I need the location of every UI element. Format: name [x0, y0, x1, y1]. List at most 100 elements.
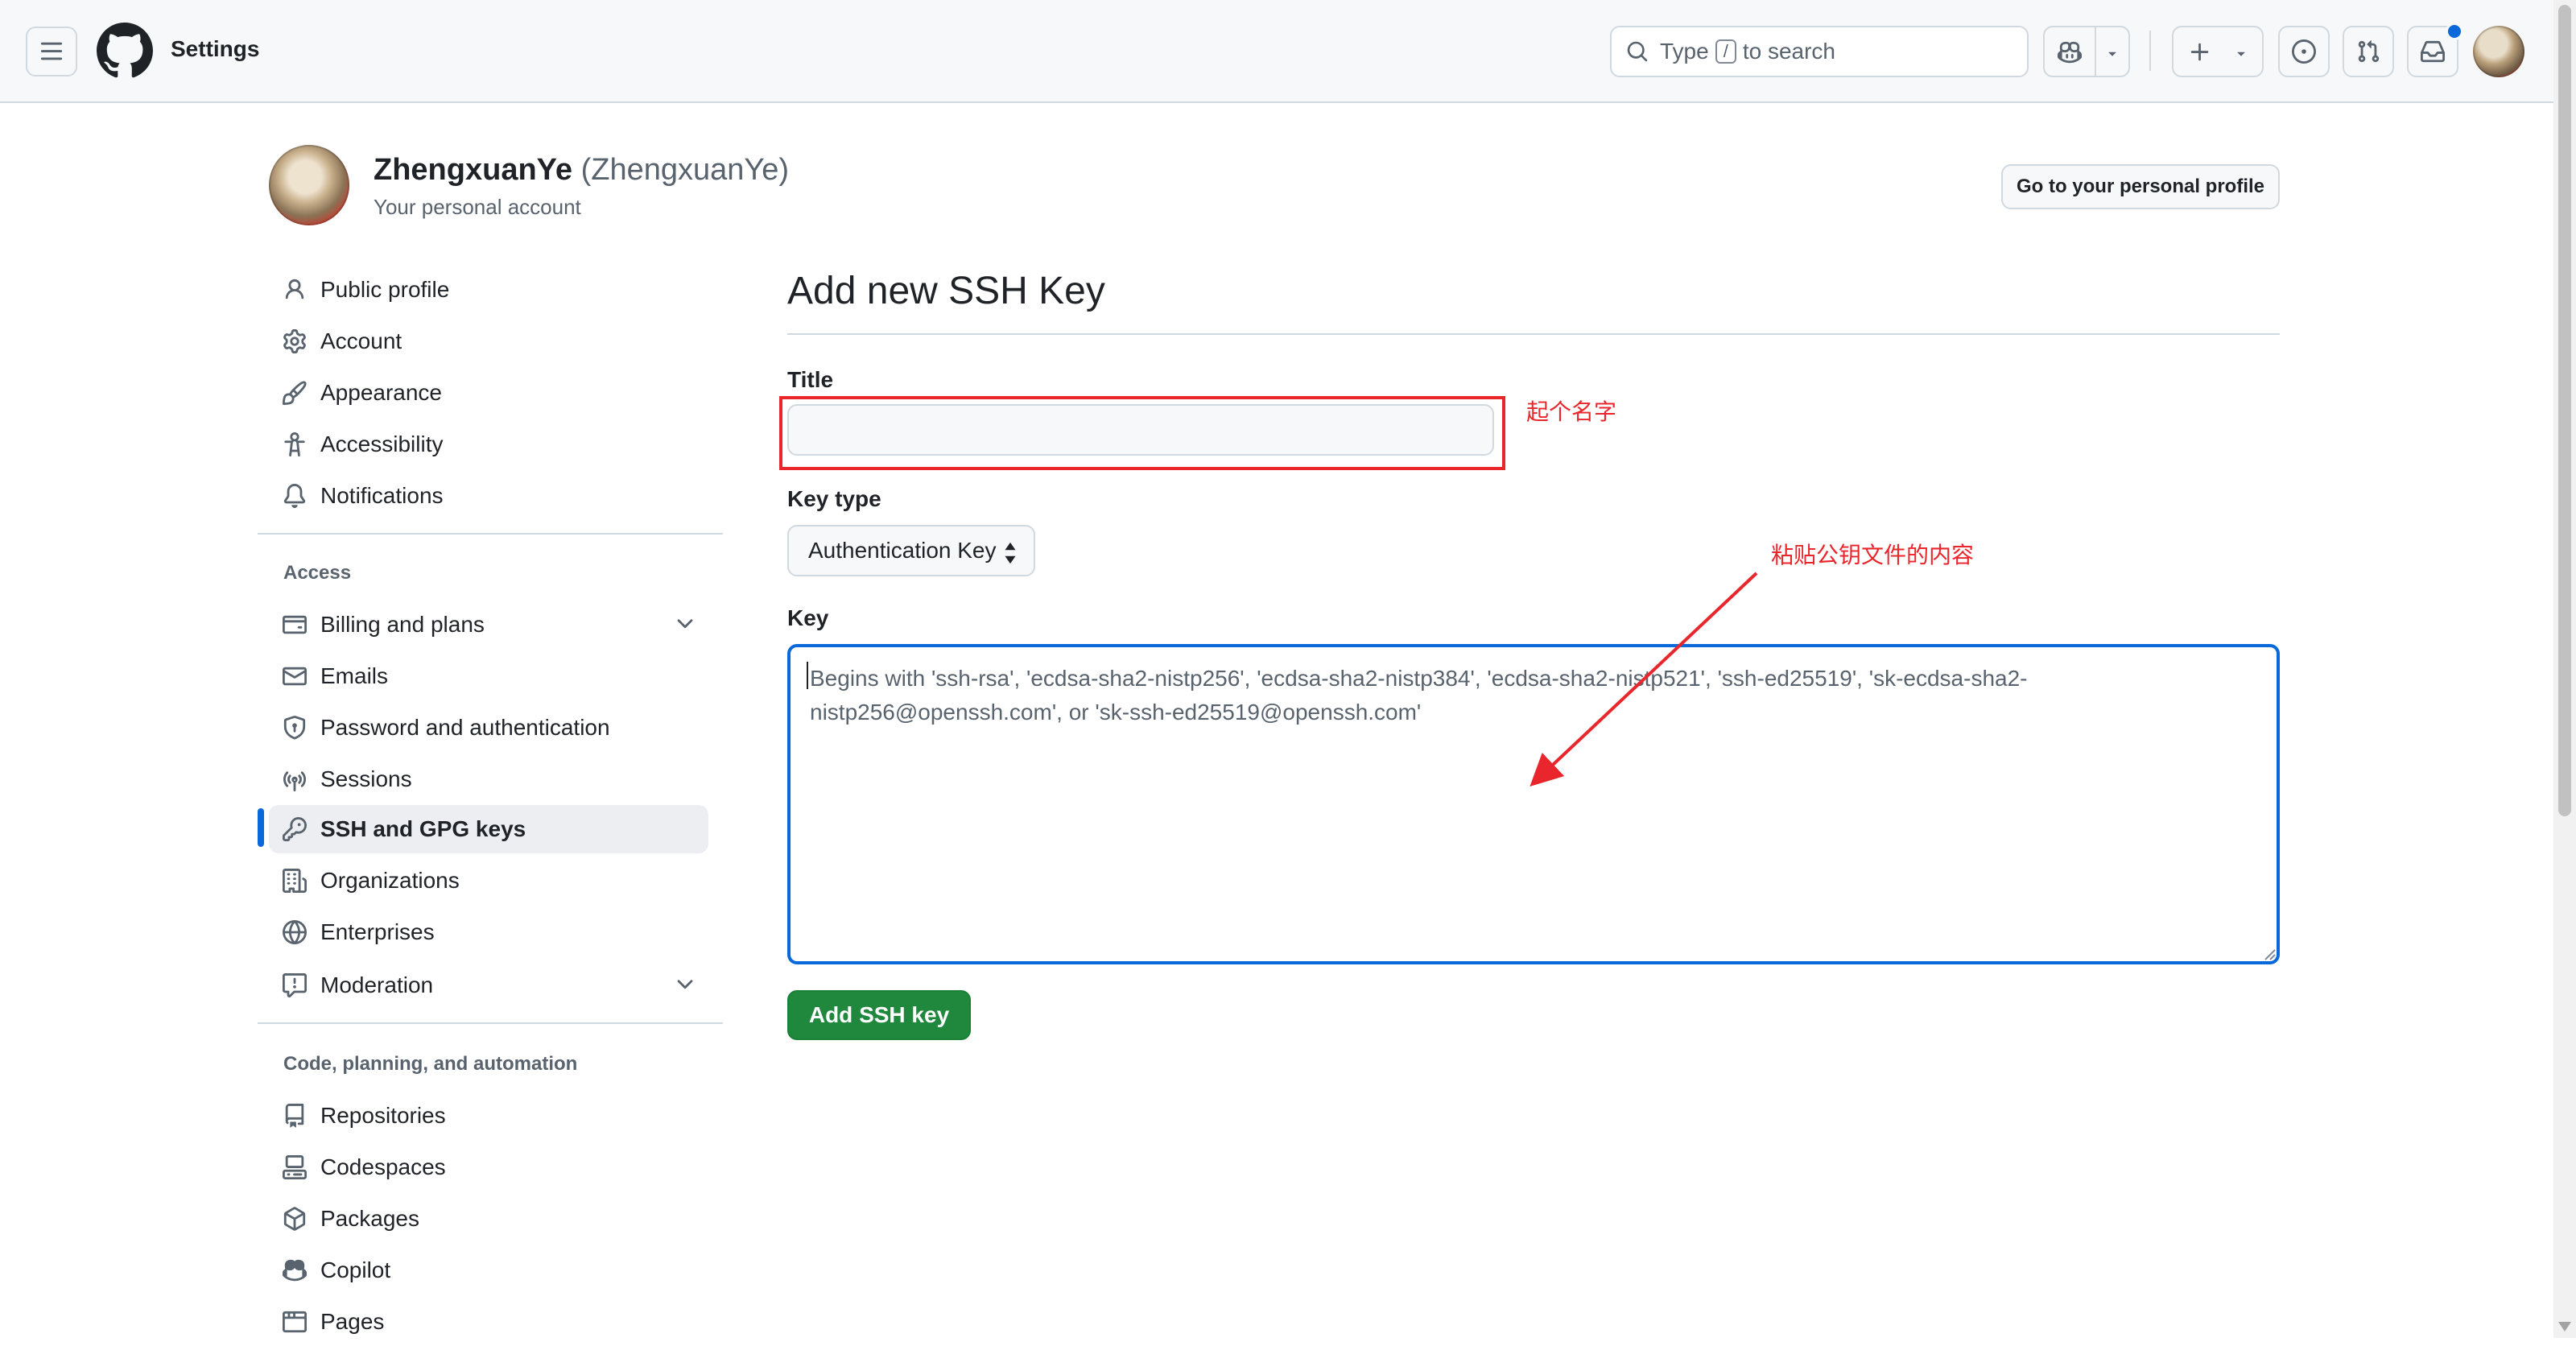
key-textarea[interactable]: Begins with 'ssh-rsa', 'ecdsa-sha2-nistp…	[787, 644, 2280, 964]
select-updown-icon	[1005, 542, 1016, 564]
sidebar-item-billing[interactable]: Billing and plans	[269, 601, 708, 649]
chevron-down-icon[interactable]	[673, 972, 697, 997]
annotation-highlight-box	[779, 396, 1505, 470]
add-ssh-key-button[interactable]: Add SSH key	[787, 990, 971, 1040]
repo-icon	[282, 1103, 308, 1129]
organization-icon	[282, 868, 308, 894]
sidebar-item-label: Organizations	[320, 868, 460, 893]
sidebar-item-label: Enterprises	[320, 919, 435, 944]
title-label: Title	[787, 367, 834, 392]
copilot-icon	[282, 1257, 308, 1283]
global-header: Settings Type / to search	[0, 0, 2553, 103]
context-title[interactable]: Settings	[171, 36, 259, 62]
sidebar-item-password-authentication[interactable]: Password and authentication	[269, 704, 708, 752]
sidebar-section-heading: Access	[283, 562, 352, 584]
sidebar-item-label: Appearance	[320, 380, 443, 405]
sidebar-item-sessions[interactable]: Sessions	[269, 755, 708, 803]
divider	[2095, 27, 2096, 76]
text-cursor	[807, 662, 808, 689]
hamburger-icon	[40, 42, 63, 60]
mail-icon	[282, 663, 308, 689]
copilot-icon[interactable]	[2058, 40, 2082, 64]
resize-handle-icon[interactable]	[2262, 947, 2277, 961]
sidebar-item-packages[interactable]: Packages	[269, 1195, 708, 1243]
browser-icon	[282, 1309, 308, 1335]
page-scrollbar[interactable]	[2553, 0, 2576, 1338]
sidebar-item-label: SSH and GPG keys	[320, 816, 526, 841]
sidebar-item-repositories[interactable]: Repositories	[269, 1092, 708, 1140]
sidebar-item-enterprises[interactable]: Enterprises	[269, 908, 708, 956]
header-divider	[2149, 31, 2151, 71]
sidebar-item-appearance[interactable]: Appearance	[269, 369, 708, 417]
search-placeholder-suffix: to search	[1742, 39, 1835, 64]
sidebar-item-label: Account	[320, 328, 402, 353]
inbox-icon	[2421, 40, 2445, 63]
github-logo-icon[interactable]	[96, 23, 153, 83]
copilot-button-group[interactable]	[2043, 26, 2130, 77]
caret-down-icon	[2237, 52, 2245, 56]
sidebar-item-moderation[interactable]: Moderation	[269, 961, 708, 1010]
chevron-down-icon[interactable]	[673, 612, 697, 636]
accessibility-icon	[282, 431, 308, 457]
pull-requests-button[interactable]	[2343, 26, 2394, 77]
sidebar-item-label: Public profile	[320, 277, 450, 302]
avatar	[269, 145, 349, 225]
sidebar-item-codespaces[interactable]: Codespaces	[269, 1143, 708, 1191]
sidebar-item-copilot[interactable]: Copilot	[269, 1246, 708, 1294]
search-input[interactable]: Type / to search	[1610, 26, 2029, 77]
sidebar-item-public-profile[interactable]: Public profile	[269, 266, 708, 314]
key-type-label: Key type	[787, 486, 881, 511]
package-icon	[282, 1206, 308, 1232]
shield-lock-icon	[282, 715, 308, 741]
sidebar-item-label: Codespaces	[320, 1154, 446, 1179]
sidebar-item-label: Emails	[320, 663, 389, 688]
sidebar-item-account[interactable]: Account	[269, 317, 708, 365]
sidebar-item-label: Packages	[320, 1206, 419, 1231]
sidebar-item-label: Moderation	[320, 972, 434, 997]
user-avatar-menu[interactable]	[2473, 26, 2524, 77]
sidebar-item-label: Pages	[320, 1309, 385, 1334]
sidebar-item-organizations[interactable]: Organizations	[269, 857, 708, 905]
annotation-key-note: 粘贴公钥文件的内容	[1771, 543, 1975, 568]
person-icon	[282, 277, 308, 303]
sidebar-item-ssh-gpg-keys[interactable]: SSH and GPG keys	[269, 805, 708, 853]
active-indicator	[258, 808, 264, 847]
title-divider	[787, 333, 2280, 335]
display-name[interactable]: ZhengxuanYe	[374, 153, 572, 187]
search-placeholder-prefix: Type	[1660, 39, 1709, 64]
login-name: (ZhengxuanYe)	[580, 153, 790, 187]
scrollbar-thumb[interactable]	[2558, 5, 2571, 816]
sidebar-item-notifications[interactable]: Notifications	[269, 472, 708, 520]
account-subtitle: Your personal account	[374, 195, 581, 219]
sidebar-section-heading: Code, planning, and automation	[283, 1053, 578, 1075]
issue-opened-icon	[2292, 39, 2316, 64]
menu-button[interactable]	[26, 27, 77, 76]
sidebar-item-accessibility[interactable]: Accessibility	[269, 420, 708, 469]
unread-notification-dot	[2446, 23, 2463, 40]
sidebar-item-emails[interactable]: Emails	[269, 652, 708, 700]
sidebar-item-label: Repositories	[320, 1103, 446, 1128]
paintbrush-icon	[282, 380, 308, 406]
sidebar-item-label: Billing and plans	[320, 612, 485, 637]
scroll-down-arrow-icon[interactable]	[2558, 1322, 2571, 1332]
account-name: ZhengxuanYe (ZhengxuanYe)	[374, 153, 789, 188]
sidebar-divider	[258, 1022, 723, 1024]
key-icon	[282, 816, 308, 842]
sidebar-item-label: Sessions	[320, 766, 412, 791]
go-to-profile-button[interactable]: Go to your personal profile	[2001, 164, 2280, 209]
broadcast-icon	[282, 766, 308, 792]
plus-icon	[2190, 43, 2209, 61]
credit-card-icon	[282, 612, 308, 638]
sidebar-item-pages[interactable]: Pages	[269, 1298, 708, 1346]
git-pull-request-icon	[2358, 40, 2380, 63]
annotation-title-note: 起个名字	[1526, 399, 1617, 424]
key-type-select[interactable]: Authentication Key	[787, 525, 1035, 576]
search-shortcut-key: /	[1715, 39, 1736, 64]
create-new-button[interactable]	[2172, 26, 2264, 77]
search-icon	[1627, 41, 1648, 62]
key-label: Key	[787, 605, 829, 630]
globe-icon	[282, 919, 308, 945]
sidebar-item-label: Notifications	[320, 483, 444, 508]
issues-button[interactable]	[2278, 26, 2330, 77]
caret-down-icon[interactable]	[2104, 45, 2120, 61]
